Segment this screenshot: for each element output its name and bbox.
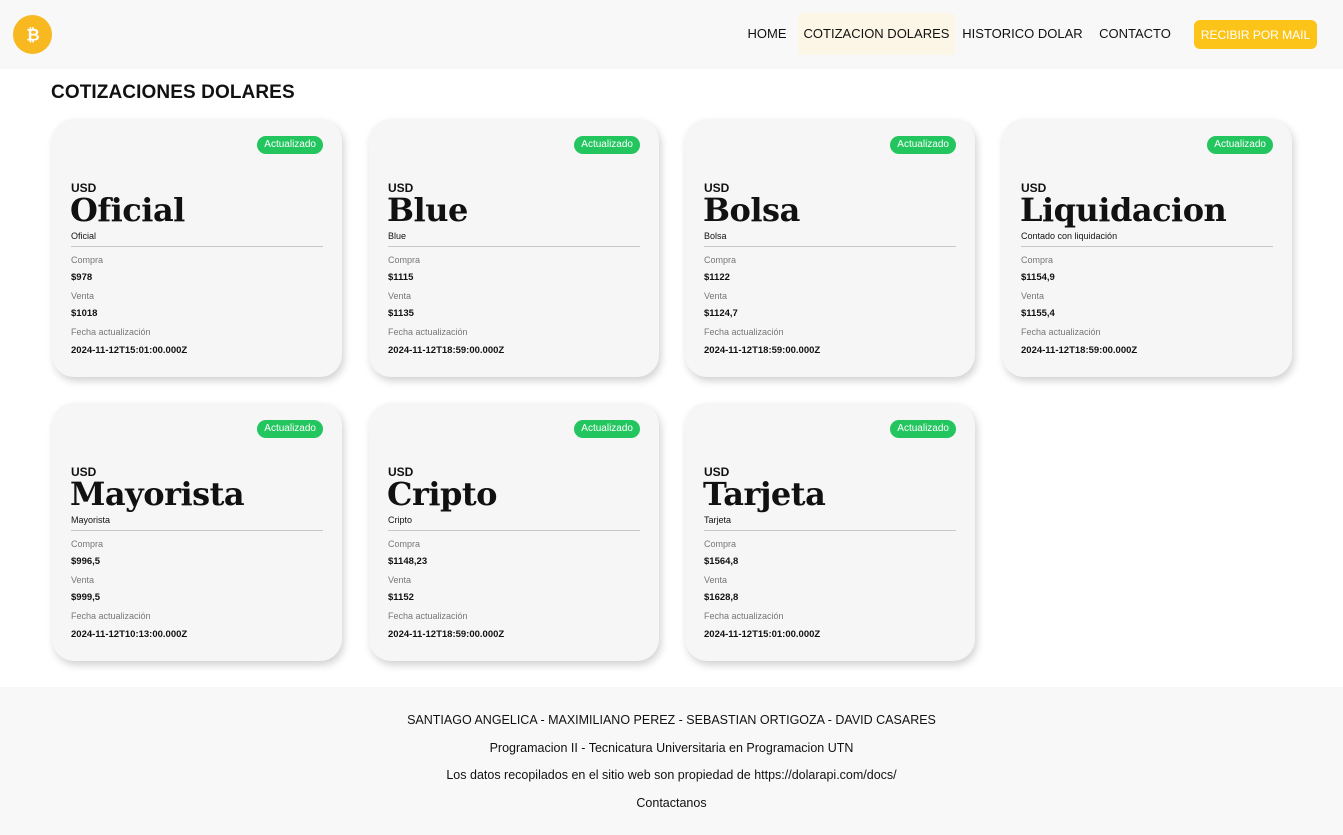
updated-badge: Actualizado — [574, 136, 640, 154]
card-subtitle: Bolsa — [704, 231, 727, 241]
date-value: 2024-11-12T15:01:00.000Z — [704, 629, 821, 640]
card-divider — [71, 246, 323, 247]
date-label: Fecha actualización — [704, 611, 784, 621]
card-subtitle: Oficial — [71, 231, 97, 241]
footer-authors: SANTIAGO ANGELICA - MAXIMILIANO PEREZ - … — [407, 713, 936, 727]
navbar: ₿ HOME COTIZACION DOLARES HISTORICO DOLA… — [0, 0, 1343, 69]
bitcoin-logo[interactable]: ₿ — [13, 15, 52, 54]
card-title: Cripto — [387, 475, 497, 513]
card-subtitle: Contado con liquidación — [1021, 231, 1118, 241]
date-value: 2024-11-12T18:59:00.000Z — [388, 629, 505, 640]
buy-label: Compra — [1021, 255, 1054, 265]
buy-label: Compra — [704, 539, 737, 549]
date-label: Fecha actualización — [704, 327, 784, 337]
footer-contact-link[interactable]: Contactanos — [0, 796, 1343, 810]
sell-label: Venta — [388, 575, 412, 585]
card-title: Mayorista — [70, 475, 245, 513]
quote-card: Actualizado USD Mayorista Mayorista Compra $9… — [52, 403, 342, 661]
updated-badge: Actualizado — [1207, 136, 1273, 154]
card-divider — [1021, 246, 1273, 247]
date-label: Fecha actualización — [388, 611, 468, 621]
nav-home[interactable]: HOME — [742, 13, 792, 55]
date-label: Fecha actualización — [388, 327, 468, 337]
buy-label: Compra — [71, 255, 104, 265]
sell-label: Venta — [704, 291, 728, 301]
card-subtitle: Cripto — [388, 515, 413, 525]
card-divider — [704, 530, 956, 531]
nav-contacto[interactable]: CONTACTO — [1096, 13, 1174, 55]
buy-label: Compra — [388, 539, 421, 549]
buy-value: $996,5 — [71, 556, 101, 567]
footer: SANTIAGO ANGELICA - MAXIMILIANO PEREZ - … — [0, 687, 1343, 835]
sell-label: Venta — [71, 575, 95, 585]
footer-course: Programacion II - Tecnicatura Universita… — [489, 741, 854, 755]
date-value: 2024-11-12T18:59:00.000Z — [1021, 345, 1138, 356]
quote-card: Actualizado USD Tarjeta Tarjeta Compra $1564,… — [685, 403, 975, 661]
sell-label: Venta — [704, 575, 728, 585]
quote-card: Actualizado USD Liquidacion Contado con liq… — [1002, 119, 1292, 377]
date-value: 2024-11-12T18:59:00.000Z — [388, 345, 505, 356]
buy-value: $1148,23 — [388, 556, 428, 567]
card-subtitle: Mayorista — [71, 515, 111, 525]
card-divider — [388, 530, 640, 531]
sell-label: Venta — [1021, 291, 1045, 301]
date-value: 2024-11-12T15:01:00.000Z — [71, 345, 188, 356]
svg-text:₿: ₿ — [26, 25, 39, 44]
updated-badge: Actualizado — [257, 420, 323, 438]
sell-value: $1152 — [388, 592, 414, 603]
card-divider — [71, 530, 323, 531]
card-subtitle: Blue — [388, 231, 407, 241]
sell-value: $999,5 — [71, 592, 101, 603]
buy-label: Compra — [704, 255, 737, 265]
card-title: Oficial — [70, 191, 185, 229]
sell-value: $1018 — [71, 308, 98, 319]
buy-label: Compra — [71, 539, 104, 549]
date-label: Fecha actualización — [71, 611, 151, 621]
date-value: 2024-11-12T18:59:00.000Z — [704, 345, 821, 356]
date-value: 2024-11-12T10:13:00.000Z — [71, 629, 188, 640]
updated-badge: Actualizado — [890, 136, 956, 154]
buy-value: $1122 — [704, 272, 730, 283]
buy-label: Compra — [388, 255, 421, 265]
sell-label: Venta — [388, 291, 412, 301]
buy-value: $1115 — [388, 272, 414, 283]
card-title: Tarjeta — [703, 475, 826, 513]
updated-badge: Actualizado — [257, 136, 323, 154]
quote-card: Actualizado USD Oficial Oficial Compra $978 Ve… — [52, 119, 342, 377]
date-label: Fecha actualización — [1021, 327, 1101, 337]
quote-card: Actualizado USD Cripto Cripto Compra $1148,23… — [369, 403, 659, 661]
buy-value: $1564,8 — [704, 556, 739, 567]
card-divider — [388, 246, 640, 247]
card-title: Blue — [387, 191, 468, 229]
date-label: Fecha actualización — [71, 327, 151, 337]
sell-value: $1155,4 — [1021, 308, 1055, 319]
sell-label: Venta — [71, 291, 95, 301]
quote-card: Actualizado USD Bolsa Bolsa Compra $1122 Venta… — [685, 119, 975, 377]
quote-card: Actualizado USD Blue Blue Compra $1115 Venta $1… — [369, 119, 659, 377]
card-title: Bolsa — [703, 191, 800, 229]
sell-value: $1124,7 — [704, 308, 738, 319]
recibir-por-mail-button[interactable]: RECIBIR POR MAIL — [1194, 20, 1317, 49]
buy-value: $1154,9 — [1021, 272, 1055, 283]
updated-badge: Actualizado — [890, 420, 956, 438]
page-title: COTIZACIONES DOLARES — [51, 82, 295, 103]
buy-value: $978 — [71, 272, 93, 283]
nav-historico-dolar[interactable]: HISTORICO DOLAR — [961, 13, 1084, 55]
nav-cotizacion-dolares[interactable]: COTIZACION DOLARES — [798, 13, 955, 55]
updated-badge: Actualizado — [574, 420, 640, 438]
sell-value: $1135 — [388, 308, 414, 319]
card-divider — [704, 246, 956, 247]
card-subtitle: Tarjeta — [704, 515, 732, 525]
sell-value: $1628,8 — [704, 592, 739, 603]
footer-source: Los datos recopilados en el sitio web so… — [446, 768, 897, 782]
card-title: Liquidacion — [1020, 191, 1227, 229]
bitcoin-icon: ₿ — [26, 25, 39, 44]
